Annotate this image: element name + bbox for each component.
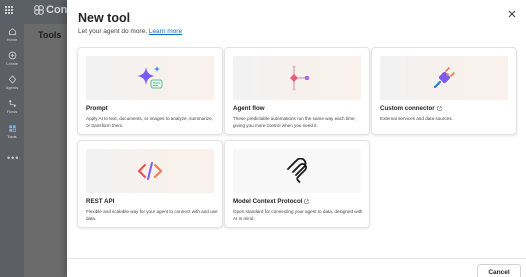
card-art xyxy=(380,56,508,100)
rail-label-create: Create xyxy=(5,61,18,66)
dialog-title: New tool xyxy=(78,11,131,25)
rail-item-flows[interactable]: Flows xyxy=(0,99,24,114)
tool-card-rest-api[interactable]: REST API Flexible and scalable way for y… xyxy=(77,140,223,228)
app-launcher-icon[interactable] xyxy=(5,5,14,15)
rail-item-agents[interactable]: Agents xyxy=(0,75,24,90)
rail-item-create[interactable]: Create xyxy=(0,51,24,66)
tool-card-prompt[interactable]: Prompt Apply AI to text, documents, or i… xyxy=(77,47,223,135)
sparkle-icon xyxy=(137,66,163,89)
card-art xyxy=(233,149,361,193)
dialog-subtitle-text: Let your agent do more. xyxy=(78,28,148,35)
rail-label-tools: Tools xyxy=(7,134,17,139)
agents-icon xyxy=(8,75,16,84)
dialog-subtitle: Let your agent do more. Learn more xyxy=(78,28,182,35)
rail-item-tools[interactable]: Tools xyxy=(0,124,24,139)
card-title: Prompt xyxy=(86,105,108,112)
card-title: Agent flow xyxy=(233,105,265,112)
learn-more-link[interactable]: Learn more xyxy=(149,28,182,35)
card-art xyxy=(86,56,214,100)
rail-label-agents: Agents xyxy=(5,85,19,90)
flow-diagram-icon xyxy=(290,65,309,91)
card-title: REST API xyxy=(86,198,115,205)
home-icon xyxy=(8,28,16,36)
card-title: Custom connector xyxy=(380,105,442,112)
rail-label-flows: Flows xyxy=(6,109,18,114)
tools-icon xyxy=(8,125,16,133)
tool-card-model-context-protocol[interactable]: Model Context Protocol Open standard for… xyxy=(224,140,370,228)
plug-icon xyxy=(433,67,455,89)
brand-logo-icon xyxy=(34,5,44,15)
cancel-button[interactable]: Cancel xyxy=(477,264,521,277)
external-link-icon xyxy=(304,199,309,204)
new-tool-dialog: New tool Let your agent do more. Learn m… xyxy=(67,0,526,277)
rail-item-home[interactable]: Home xyxy=(0,27,24,42)
flows-icon xyxy=(8,100,16,107)
card-description: External services and data sources. xyxy=(380,116,453,121)
more-icon[interactable]: ••• xyxy=(7,153,19,163)
rail-label-home: Home xyxy=(6,37,18,42)
card-description: Apply AI to text, documents, or images t… xyxy=(86,116,213,128)
tool-card-custom-connector[interactable]: Custom connector External services and d… xyxy=(371,47,517,135)
card-description: Open standard for connecting your agent … xyxy=(233,209,363,221)
external-link-icon xyxy=(437,106,442,111)
card-title: Model Context Protocol xyxy=(233,198,309,205)
footer-divider xyxy=(67,258,526,259)
card-description: Flexible and scalable way for your agent… xyxy=(86,209,218,221)
mcp-logo-icon xyxy=(287,158,308,183)
code-icon xyxy=(138,162,162,180)
card-art xyxy=(86,149,214,193)
card-description: These predictable automations run the sa… xyxy=(233,116,356,128)
card-art xyxy=(233,56,361,100)
close-icon[interactable] xyxy=(507,9,517,19)
plus-circle-icon xyxy=(8,51,16,60)
page-title: Tools xyxy=(38,30,62,40)
tool-card-agent-flow[interactable]: Agent flow These predictable automations… xyxy=(224,47,370,135)
